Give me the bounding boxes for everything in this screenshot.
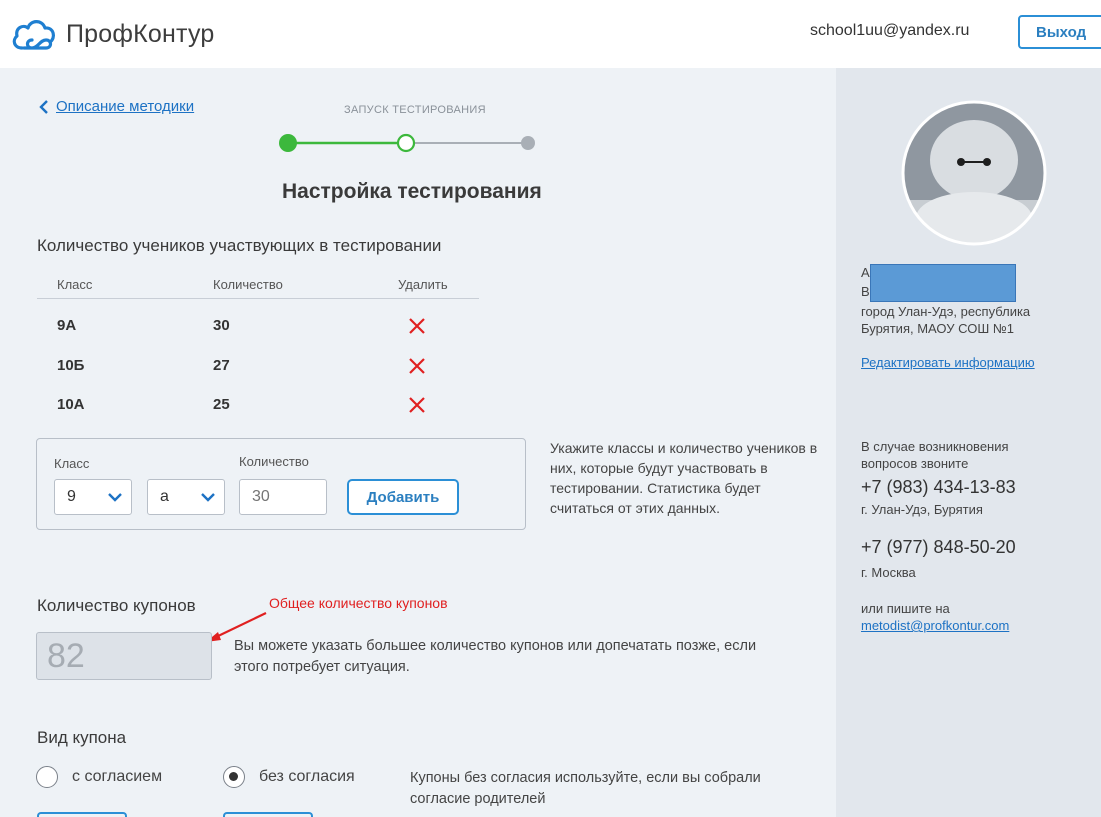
header: ПрофКонтур school1uu@yandex.ru Выход: [0, 0, 1101, 68]
page-title: Настройка тестирования: [282, 180, 542, 203]
logo[interactable]: ПрофКонтур: [10, 14, 214, 54]
count-field-label: Количество: [239, 454, 309, 469]
phone-secondary: +7 (977) 848-50-20: [861, 537, 1016, 557]
row-class: 9А: [57, 317, 77, 334]
coupons-annotation: Общее количество купонов: [269, 595, 448, 611]
radio-label: с согласием: [72, 768, 163, 785]
chevron-down-icon: [201, 493, 215, 502]
row-count: 30: [213, 317, 230, 334]
edit-info-link[interactable]: Редактировать информацию: [861, 355, 1035, 370]
grade-select-value: 9: [67, 488, 76, 505]
phone-primary-city: г. Улан-Удэ, Бурятия: [861, 502, 983, 517]
coupon-sample-frame: [37, 812, 127, 817]
step-dot-current: [396, 133, 416, 153]
class-field-label: Класс: [54, 456, 90, 471]
radio-circle: [223, 766, 245, 788]
coupon-sample-frame: [223, 812, 313, 817]
radio-without-consent[interactable]: без согласия: [223, 766, 355, 788]
phone-secondary-city: г. Москва: [861, 565, 916, 580]
radio-label: без согласия: [259, 768, 355, 785]
add-form-hint: Укажите классы и количество учеников в н…: [550, 440, 818, 516]
email-intro: или пишите на: [861, 601, 950, 616]
radio-with-consent[interactable]: с согласием: [36, 766, 162, 788]
students-section-title: Количество учеников участвующих в тестир…: [37, 236, 442, 255]
cloud-logo-icon: [12, 20, 56, 50]
row-count: 25: [213, 396, 230, 413]
delete-x-icon[interactable]: [407, 395, 427, 415]
add-class-form: Класс Количество 9 а Добавить: [36, 438, 526, 530]
user-name-line1: А: [861, 265, 870, 280]
user-name-line2: В: [861, 284, 870, 299]
delete-x-icon[interactable]: [407, 316, 427, 336]
step-label: ЗАПУСК ТЕСТИРОВАНИЯ: [344, 104, 486, 116]
radio-circle: [36, 766, 58, 788]
letter-select-value: а: [160, 488, 169, 505]
chevron-down-icon: [108, 493, 122, 502]
user-email: school1uu@yandex.ru: [810, 22, 970, 39]
count-input[interactable]: [239, 479, 327, 515]
row-class: 10Б: [57, 357, 85, 374]
user-location: город Улан-Удэ, республика Бурятия, МАОУ…: [861, 304, 1031, 336]
chevron-left-icon: [39, 99, 48, 114]
contact-intro: В случае возникновения вопросов звоните: [861, 439, 1009, 471]
add-button[interactable]: Добавить: [347, 479, 459, 515]
logout-button[interactable]: Выход: [1018, 15, 1101, 49]
phone-primary: +7 (983) 434-13-83: [861, 477, 1016, 497]
coupon-type-hint: Купоны без согласия используйте, если вы…: [410, 770, 761, 807]
column-header-count: Количество: [213, 277, 283, 292]
column-header-class: Класс: [57, 277, 93, 292]
delete-x-icon[interactable]: [407, 356, 427, 376]
coupons-hint: Вы можете указать большее количество куп…: [234, 638, 757, 675]
row-count: 27: [213, 357, 230, 374]
row-class: 10А: [57, 396, 85, 413]
back-link-label: Описание методики: [56, 98, 195, 115]
back-link[interactable]: Описание методики: [38, 98, 194, 115]
user-avatar[interactable]: [901, 100, 1047, 246]
coupon-type-title: Вид купона: [37, 728, 127, 747]
coupons-section-title: Количество купонов: [37, 596, 196, 615]
column-header-delete: Удалить: [398, 277, 448, 292]
logo-text: ПрофКонтур: [66, 19, 215, 48]
progress-stepper: [279, 133, 535, 153]
letter-select[interactable]: а: [147, 479, 225, 515]
table-divider: [37, 298, 479, 299]
grade-select[interactable]: 9: [54, 479, 132, 515]
step-dot-done: [279, 134, 297, 152]
step-dot-pending: [521, 136, 535, 150]
contact-email-link[interactable]: metodist@profkontur.com: [861, 618, 1009, 633]
redacted-name-block: [870, 264, 1016, 302]
coupons-count-field[interactable]: 82: [36, 632, 212, 680]
